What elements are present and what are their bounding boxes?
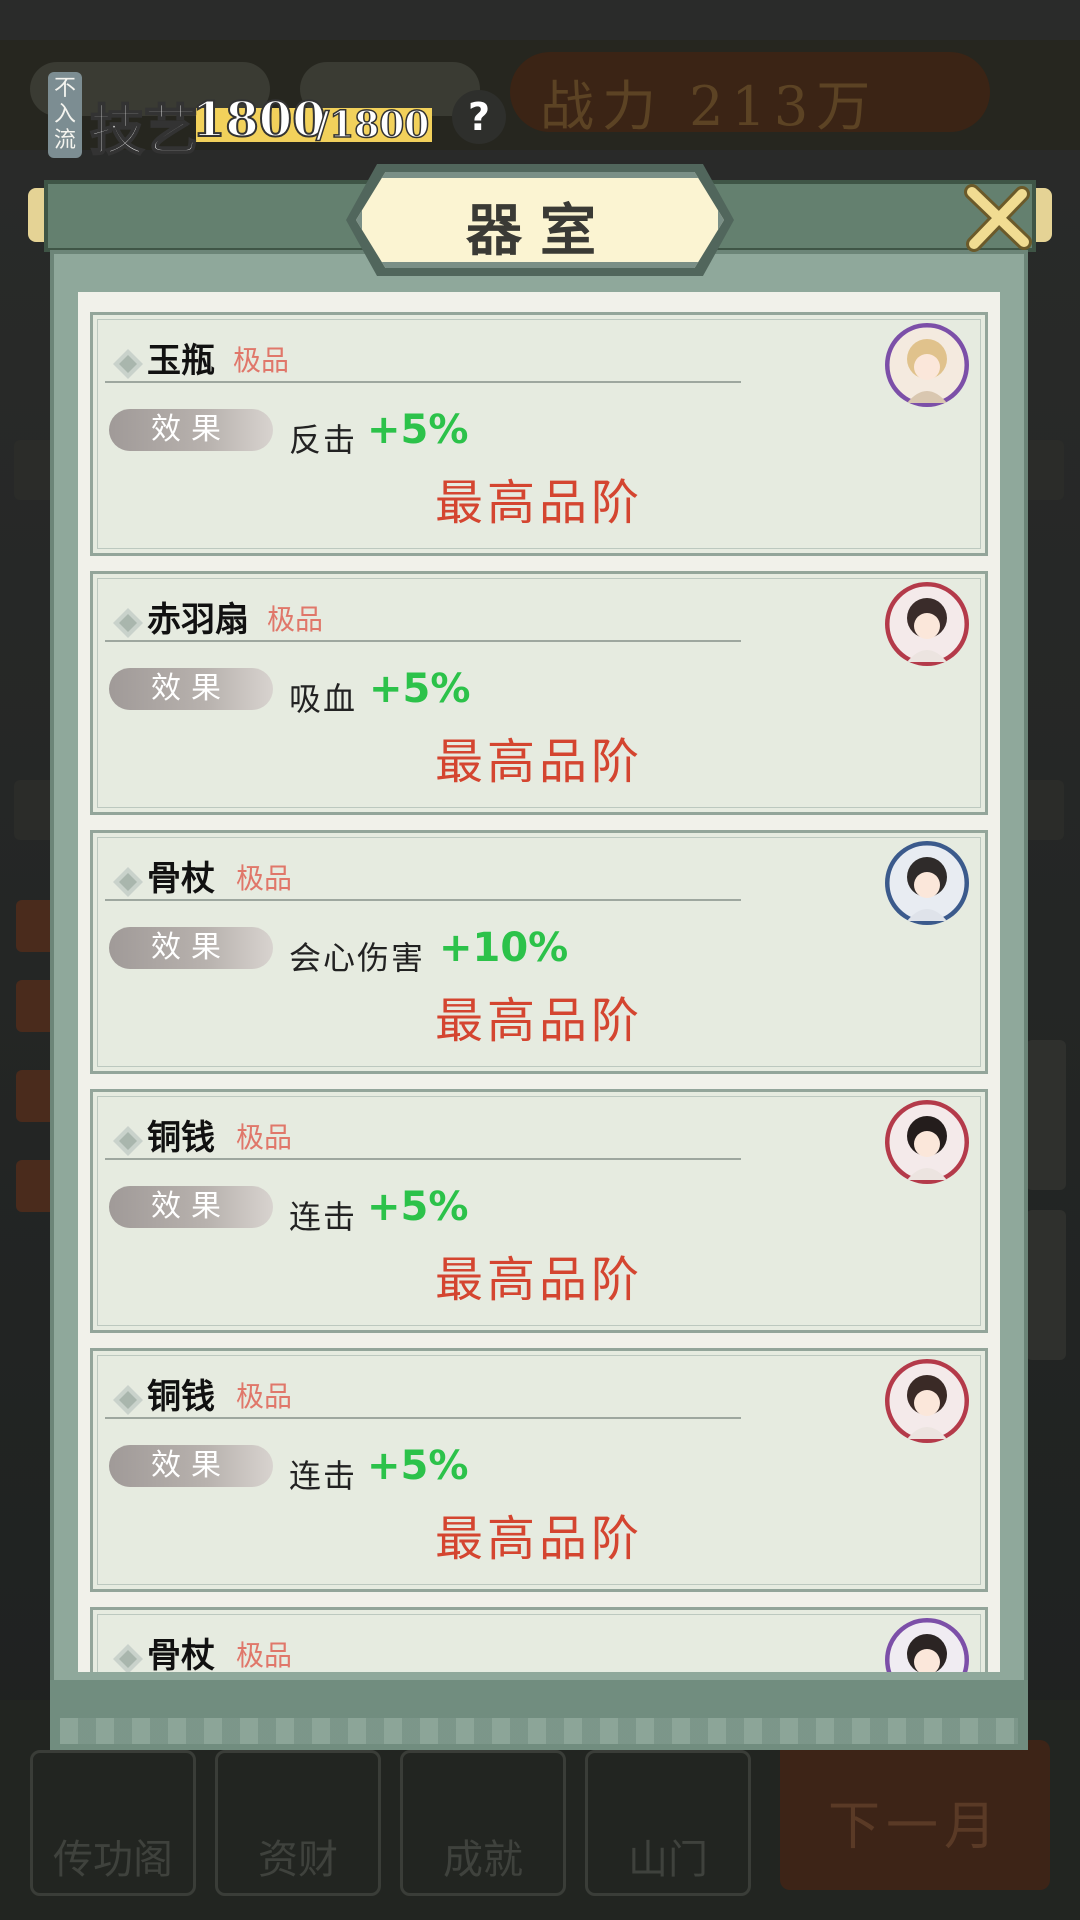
divider xyxy=(105,899,741,901)
item-name: 骨杖 xyxy=(147,1636,215,1672)
effect-badge: 效果 xyxy=(109,668,273,710)
item-grade: 极品 xyxy=(233,344,290,377)
diamond-icon xyxy=(113,1385,143,1415)
diamond-icon xyxy=(113,1126,143,1156)
bg-side-panel xyxy=(1026,1210,1066,1360)
item-name: 铜钱 xyxy=(147,1377,215,1417)
hero-avatar[interactable] xyxy=(885,323,969,407)
portrait-icon xyxy=(885,1618,969,1672)
fret-pattern xyxy=(60,1718,1018,1744)
effect-value: +10% xyxy=(439,925,569,971)
bg-tab: 传功阁 xyxy=(30,1750,196,1896)
divider xyxy=(105,381,741,383)
item-name: 铜钱 xyxy=(147,1118,215,1158)
list-item[interactable]: 铜钱 极品 效果 连击 +5% 最高品阶 xyxy=(90,1348,988,1592)
effect-name: 连击 xyxy=(289,1457,358,1495)
diamond-icon xyxy=(113,608,143,638)
item-name: 赤羽扇 xyxy=(147,600,249,640)
max-tier-label: 最高品阶 xyxy=(434,993,643,1049)
skill-max: /1800 xyxy=(315,103,430,147)
diamond-icon xyxy=(113,349,143,379)
effect-badge: 效果 xyxy=(109,927,273,969)
bg-tab: 资财 xyxy=(215,1750,381,1896)
hero-avatar[interactable] xyxy=(885,582,969,666)
effect-name: 吸血 xyxy=(289,680,358,718)
item-grade: 极品 xyxy=(267,603,324,636)
portrait-icon xyxy=(885,841,969,925)
help-button[interactable]: ? xyxy=(452,90,506,144)
hero-avatar[interactable] xyxy=(885,1618,969,1672)
diamond-icon xyxy=(113,1644,143,1672)
effect-name: 连击 xyxy=(289,1198,358,1236)
bg-tab-label: 山门 xyxy=(628,1837,708,1883)
bg-tab-label: 传功阁 xyxy=(53,1837,173,1883)
bg-side-panel xyxy=(1026,1040,1066,1190)
item-grade: 极品 xyxy=(236,1380,293,1413)
list-item[interactable]: 玉瓶 极品 效果 反击 +5% 最高品阶 xyxy=(90,312,988,556)
effect-badge: 效果 xyxy=(109,409,273,451)
effect-badge: 效果 xyxy=(109,1186,273,1228)
divider xyxy=(105,1417,741,1419)
bg-tab: 山门 xyxy=(585,1750,751,1896)
max-tier-label: 最高品阶 xyxy=(434,734,643,790)
list-item[interactable]: 赤羽扇 极品 效果 吸血 +5% 最高品阶 xyxy=(90,571,988,815)
hero-avatar[interactable] xyxy=(885,1100,969,1184)
effect-value: +5% xyxy=(369,666,471,712)
skill-current: 1800 xyxy=(191,91,327,149)
effect-name: 反击 xyxy=(289,421,358,459)
portrait-icon xyxy=(885,582,969,666)
effect-badge: 效果 xyxy=(109,1445,273,1487)
skill-label: 技艺 xyxy=(89,97,199,163)
effect-value: +5% xyxy=(367,1443,469,1489)
portrait-icon xyxy=(885,323,969,407)
item-grade: 极品 xyxy=(236,1121,293,1154)
list-item[interactable]: 骨杖 极品 xyxy=(90,1607,988,1672)
divider xyxy=(105,640,741,642)
list-item[interactable]: 骨杖 极品 效果 会心伤害 +10% 最高品阶 xyxy=(90,830,988,1074)
item-grade: 极品 xyxy=(236,862,293,895)
item-grade: 极品 xyxy=(236,1639,293,1672)
list-item[interactable]: 铜钱 极品 效果 连击 +5% 最高品阶 xyxy=(90,1089,988,1333)
rank-badge: 不入流 xyxy=(48,72,82,158)
max-tier-label: 最高品阶 xyxy=(434,1511,643,1567)
effect-name: 会心伤害 xyxy=(289,939,426,977)
bg-next-month-button: 下一月 xyxy=(780,1740,1050,1890)
max-tier-label: 最高品阶 xyxy=(434,475,643,531)
portrait-icon xyxy=(885,1359,969,1443)
divider xyxy=(105,1158,741,1160)
diamond-icon xyxy=(113,867,143,897)
bg-tab-label: 资财 xyxy=(258,1837,338,1883)
bg-tab-label: 成就 xyxy=(443,1837,523,1883)
portrait-icon xyxy=(885,1100,969,1184)
max-tier-label: 最高品阶 xyxy=(434,1252,643,1308)
hero-avatar[interactable] xyxy=(885,841,969,925)
bg-next-month-label: 下一月 xyxy=(827,1797,1002,1857)
item-list[interactable]: 玉瓶 极品 效果 反击 +5% 最高品阶 赤羽扇 极品 效果 吸血 +5% 最高… xyxy=(78,292,1000,1672)
hero-avatar[interactable] xyxy=(885,1359,969,1443)
item-name: 玉瓶 xyxy=(147,341,215,381)
bg-tab: 成就 xyxy=(400,1750,566,1896)
modal-title: 器室 xyxy=(466,198,614,264)
item-name: 骨杖 xyxy=(147,859,215,899)
close-button[interactable] xyxy=(962,184,1032,254)
close-x-icon xyxy=(964,184,1032,252)
bg-power-label: 战力 213万 xyxy=(540,75,879,138)
effect-value: +5% xyxy=(367,1184,469,1230)
effect-value: +5% xyxy=(367,407,469,453)
